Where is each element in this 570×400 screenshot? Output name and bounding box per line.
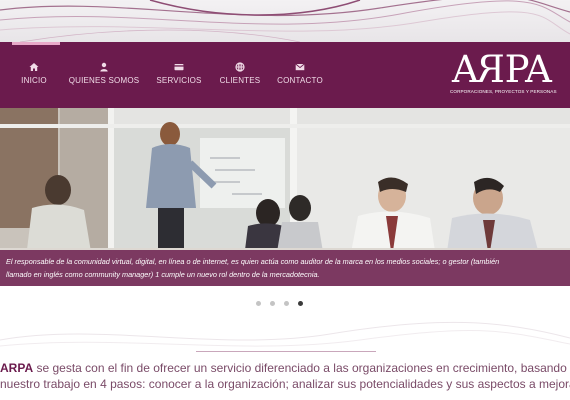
slider-caption: El responsable de la comunidad virtual, … xyxy=(0,250,570,286)
caption-line: llamado en inglés como community manager… xyxy=(6,270,320,279)
intro-line: ARPA se gesta con el fin de ofrecer un s… xyxy=(0,361,567,375)
caption-line: El responsable de la comunidad virtual, … xyxy=(6,257,500,266)
slider-dot[interactable] xyxy=(256,301,261,306)
slider-dot-active[interactable] xyxy=(298,301,303,306)
nav-item-label: SERVICIOS xyxy=(156,76,202,85)
nav-item-label: QUIENES SOMOS xyxy=(68,76,140,85)
envelope-icon xyxy=(295,63,305,71)
slider-pagination xyxy=(256,301,312,306)
nav-item-servicios[interactable]: SERVICIOS xyxy=(149,62,209,85)
intro-line: nuestro trabajo en 4 pasos: conocer a la… xyxy=(0,377,570,391)
user-icon xyxy=(100,62,108,72)
nav-item-inicio[interactable]: INICIO xyxy=(10,62,58,85)
nav-active-indicator xyxy=(12,42,60,45)
slider-dot[interactable] xyxy=(284,301,289,306)
logo-wordmark: ARPA xyxy=(452,48,552,91)
section-divider xyxy=(196,351,376,352)
hero-slider: El responsable de la comunidad virtual, … xyxy=(0,108,570,286)
decorative-swirl-graphic xyxy=(0,0,570,42)
nav-item-clientes[interactable]: CLIENTES xyxy=(212,62,268,85)
main-navbar: INICIO QUIENES SOMOS SERVICIOS CLIENTES … xyxy=(0,42,570,108)
nav-item-quienes-somos[interactable]: QUIENES SOMOS xyxy=(60,62,148,85)
nav-item-label: INICIO xyxy=(21,76,47,85)
decorative-header-band xyxy=(0,0,570,42)
slider-dot[interactable] xyxy=(270,301,275,306)
intro-text: ARPA se gesta con el fin de ofrecer un s… xyxy=(0,360,570,392)
nav-item-contacto[interactable]: CONTACTO xyxy=(270,62,330,85)
arpa-logo[interactable]: ARPA CORPORACIONES, PROYECTOS Y PERSONAS xyxy=(448,48,558,98)
nav-item-label: CLIENTES xyxy=(219,76,261,85)
logo-tagline: CORPORACIONES, PROYECTOS Y PERSONAS xyxy=(450,89,557,94)
home-icon xyxy=(29,63,39,71)
globe-icon xyxy=(235,62,245,72)
page: INICIO QUIENES SOMOS SERVICIOS CLIENTES … xyxy=(0,0,570,400)
brand-name: ARPA xyxy=(0,361,34,375)
main-nav: INICIO QUIENES SOMOS SERVICIOS CLIENTES … xyxy=(10,62,330,85)
decorative-divider-wave xyxy=(0,321,570,347)
card-icon xyxy=(174,64,184,71)
nav-item-label: CONTACTO xyxy=(277,76,323,85)
